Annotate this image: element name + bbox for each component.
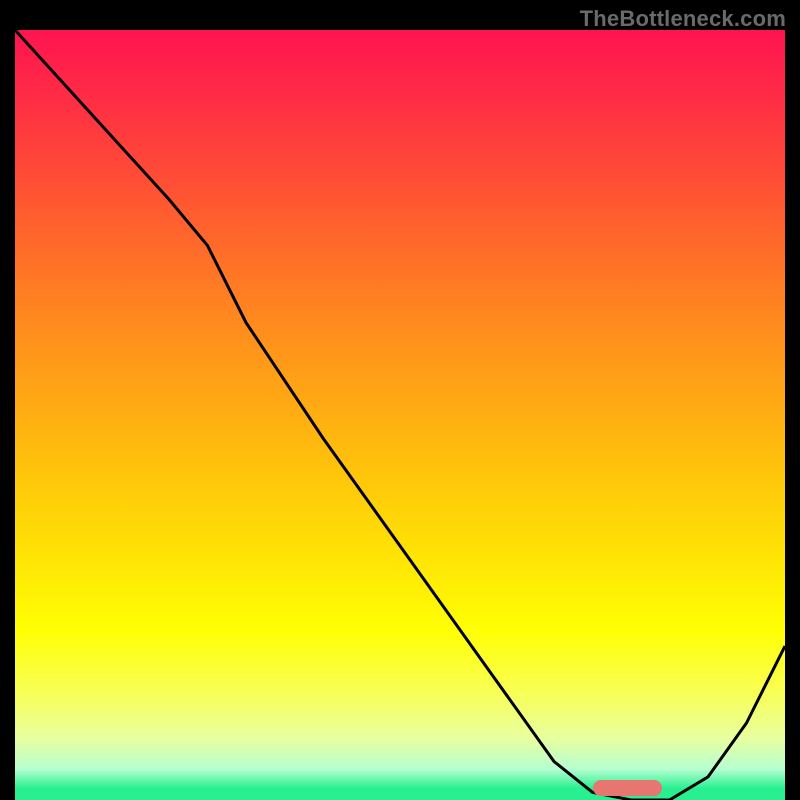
bottleneck-curve (15, 30, 785, 800)
optimal-range-marker (593, 780, 662, 796)
curve-line (15, 30, 785, 800)
watermark-text: TheBottleneck.com (580, 6, 786, 32)
